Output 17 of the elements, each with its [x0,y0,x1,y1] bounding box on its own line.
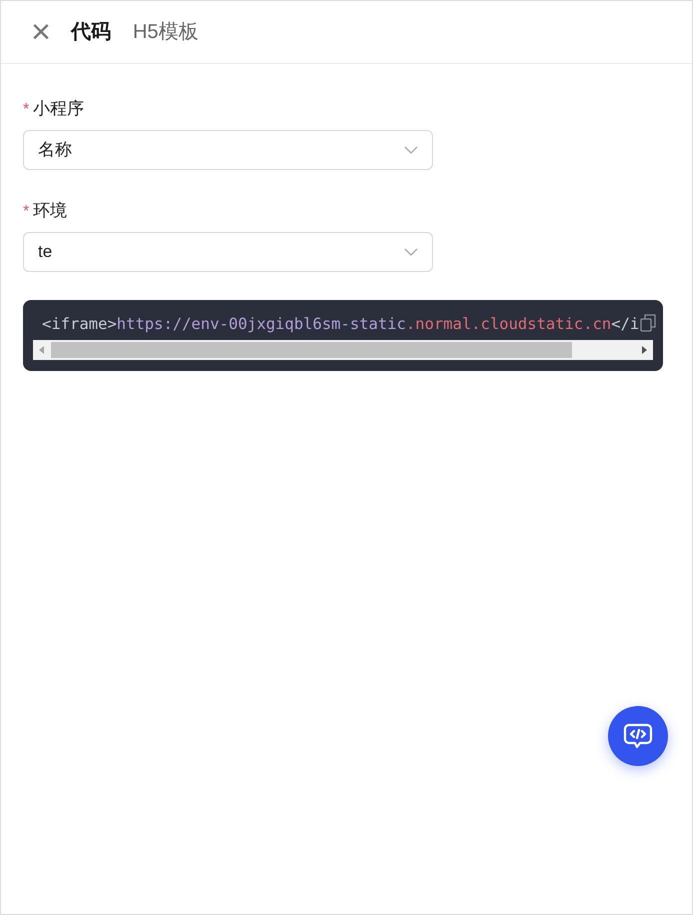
copy-icon[interactable] [640,314,656,332]
close-button[interactable]: × [31,15,51,49]
chevron-down-icon [404,248,418,256]
chevron-down-icon [404,146,418,154]
code-assistant-button[interactable] [608,706,668,766]
select-field[interactable]: te [23,232,433,272]
required-mark: * [23,202,30,220]
scrollbar-thumb[interactable] [51,342,572,358]
select-field[interactable]: 名称 [23,130,433,170]
field-label: 环境 [33,200,68,222]
tab[interactable]: 代码 [70,17,111,47]
tab[interactable]: H5模板 [132,17,198,47]
horizontal-scrollbar[interactable] [33,340,653,360]
field-label: 小程序 [33,98,84,120]
required-mark: * [23,100,30,118]
code-bubble-icon [623,722,653,750]
code-line: <iframe>https://env-00jxgiqbl6sm-static.normal.cloudstatic.cn</i [42,314,640,335]
